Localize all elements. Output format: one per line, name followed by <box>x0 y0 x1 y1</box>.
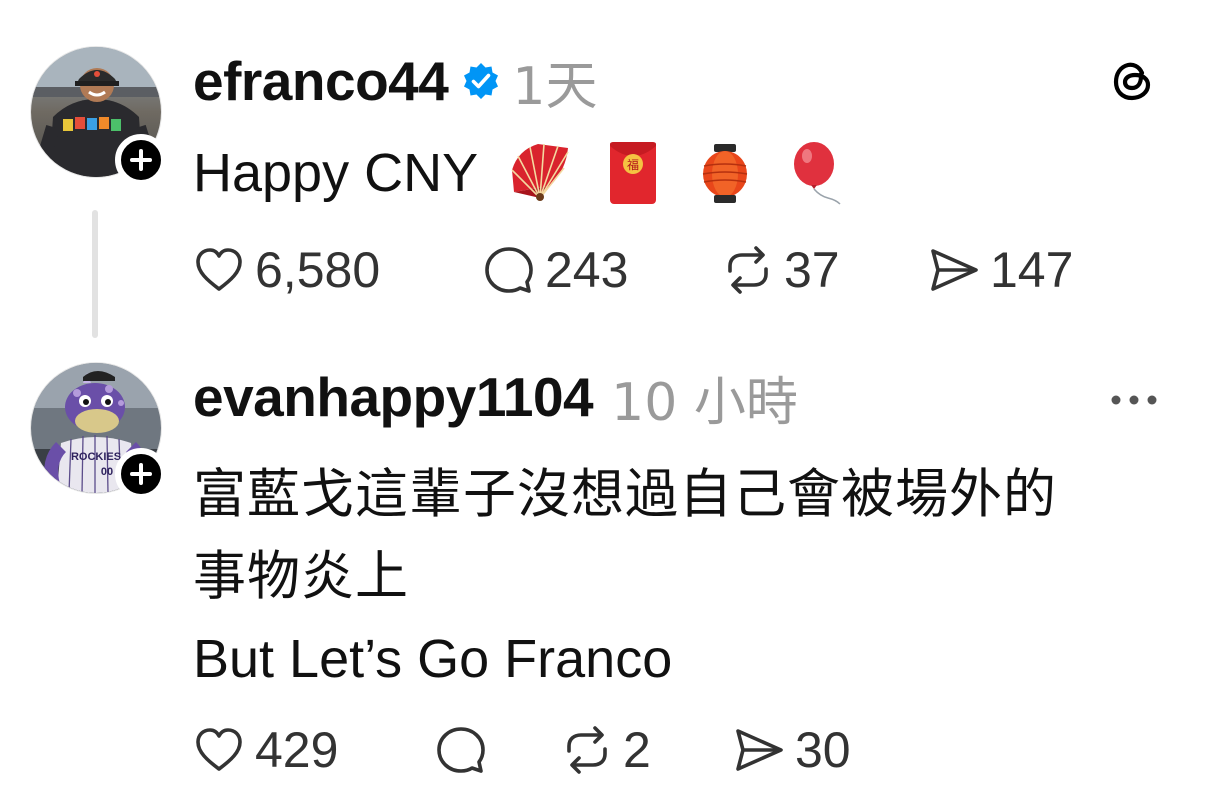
plus-icon <box>130 149 152 171</box>
plus-icon <box>130 463 152 485</box>
like-count: 429 <box>255 722 339 778</box>
comment-icon <box>437 727 485 773</box>
share-button[interactable]: 147 <box>928 241 1073 299</box>
red-lantern-icon <box>692 140 758 206</box>
post-timestamp: 10 小時 <box>611 372 798 433</box>
follow-plus-button[interactable] <box>115 134 167 186</box>
repost-count: 37 <box>784 242 840 298</box>
thread-connector-line <box>92 210 98 338</box>
send-icon <box>736 729 783 771</box>
folding-fan-icon <box>508 140 574 206</box>
repost-icon <box>728 246 768 294</box>
post-text-line-1: 富藍戈這輩子沒想過自己會被場外的 <box>193 464 1057 525</box>
svg-text:00: 00 <box>101 466 113 478</box>
like-button[interactable]: 429 <box>193 721 435 779</box>
heart-icon <box>196 248 242 291</box>
post-actions: 429 2 30 <box>193 720 851 780</box>
post-body: 富藍戈這輩子沒想過自己會被場外的 事物炎上 But Let’s Go Franc… <box>193 454 1183 700</box>
like-button[interactable]: 6,580 <box>193 241 483 299</box>
post-text: Happy CNY <box>193 143 479 203</box>
verified-badge-icon <box>462 62 500 100</box>
username[interactable]: evanhappy1104 <box>193 365 594 429</box>
username[interactable]: efranco44 <box>193 49 449 113</box>
post-body: Happy CNY 福 <box>193 132 850 214</box>
heart-icon <box>196 728 242 771</box>
share-count: 30 <box>795 722 851 778</box>
post-header: evanhappy1104 10 小時 <box>193 364 798 433</box>
post-timestamp: 1天 <box>512 56 598 117</box>
repost-button[interactable]: 2 <box>561 721 733 779</box>
like-count: 6,580 <box>255 242 381 298</box>
post-text-line-2: 事物炎上 <box>193 546 409 607</box>
comment-icon <box>485 247 533 293</box>
svg-text:ROCKIES: ROCKIES <box>71 451 121 463</box>
reply-button[interactable]: 243 <box>483 241 722 299</box>
svg-text:福: 福 <box>627 157 639 172</box>
threads-logo-icon[interactable] <box>1108 55 1158 105</box>
send-icon <box>931 249 978 291</box>
balloon-icon <box>784 140 850 206</box>
reply-button[interactable] <box>435 724 561 776</box>
share-button[interactable]: 30 <box>733 721 851 779</box>
red-envelope-icon: 福 <box>600 140 666 206</box>
more-options-icon[interactable] <box>1108 374 1160 424</box>
reply-count: 243 <box>545 242 629 298</box>
repost-button[interactable]: 37 <box>722 241 928 299</box>
follow-plus-button[interactable] <box>115 448 167 500</box>
post-header: efranco44 1天 <box>193 48 597 117</box>
share-count: 147 <box>990 242 1074 298</box>
thread-post-2: ROCKIES 00 evanhappy1104 10 小時 富藍戈這輩子沒想過… <box>0 340 1206 807</box>
repost-icon <box>567 726 607 774</box>
post-text-line-3: But Let’s Go Franco <box>193 629 673 689</box>
post-actions: 6,580 243 37 147 <box>193 240 1073 300</box>
repost-count: 2 <box>623 722 651 778</box>
thread-post-1: efranco44 1天 Happy CNY 福 6,580 243 37 14… <box>0 0 1206 340</box>
